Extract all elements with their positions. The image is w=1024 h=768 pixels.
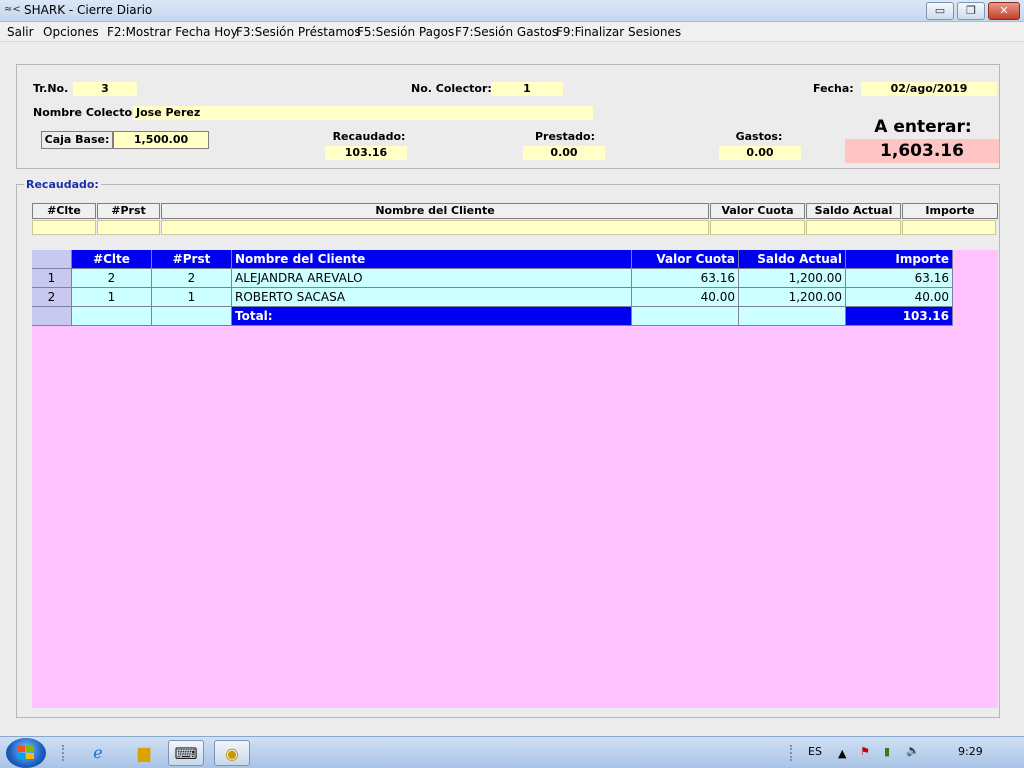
- entry-header-importe: Importe: [902, 203, 998, 219]
- menu-salir[interactable]: Salir: [7, 25, 34, 39]
- table-row-importe[interactable]: 63.16: [846, 269, 953, 288]
- entry-nombre-input[interactable]: [161, 220, 709, 235]
- maximize-button[interactable]: ❐: [957, 2, 985, 20]
- menu-finalizar-sesiones[interactable]: F9:Finalizar Sesiones: [556, 25, 681, 39]
- fecha-label: Fecha:: [813, 82, 854, 95]
- recaudado-group-title: Recaudado:: [24, 178, 101, 191]
- table-row-saldo[interactable]: 1,200.00: [739, 288, 846, 307]
- results-corner: [32, 250, 72, 269]
- maximize-icon: ❐: [966, 4, 976, 17]
- table-row-indicator[interactable]: 2: [32, 288, 72, 307]
- colector-label: No. Colector:: [411, 82, 492, 95]
- entry-prst-input[interactable]: [97, 220, 160, 235]
- total-row-blank: [72, 307, 152, 326]
- start-button[interactable]: [6, 738, 46, 768]
- close-button[interactable]: ✕: [988, 2, 1020, 20]
- trno-field[interactable]: 3: [73, 82, 137, 96]
- entry-grid-input-row: [32, 220, 998, 235]
- results-header-clte: #Clte: [72, 250, 152, 269]
- tray-grip: [790, 745, 794, 761]
- results-header-prst: #Prst: [152, 250, 232, 269]
- taskbar: ℯ ▆ ⌨ ◉ ES ▲ ⚑ ▮ 🔈 9:29: [0, 736, 1024, 768]
- total-row-blank: [739, 307, 846, 326]
- minimize-button[interactable]: ▭: [926, 2, 954, 20]
- norton-icon[interactable]: ◉: [214, 740, 250, 766]
- nombre-colector-field[interactable]: Jose Perez: [133, 106, 593, 120]
- entry-header-cuota: Valor Cuota: [710, 203, 805, 219]
- table-row-cuota[interactable]: 63.16: [632, 269, 739, 288]
- results-header-saldo: Saldo Actual: [739, 250, 846, 269]
- network-icon[interactable]: ▮: [884, 745, 890, 758]
- windows-logo-icon: [17, 746, 35, 760]
- table-row-cuota[interactable]: 40.00: [632, 288, 739, 307]
- total-row-blank: [632, 307, 739, 326]
- total-row-indicator: [32, 307, 72, 326]
- table-row-prst[interactable]: 1: [152, 288, 232, 307]
- menu-bar: Salir Opciones F2:Mostrar Fecha Hoy F3:S…: [0, 22, 1024, 42]
- colector-field[interactable]: 1: [491, 82, 563, 96]
- language-indicator[interactable]: ES: [808, 745, 822, 758]
- total-value: 103.16: [846, 307, 953, 326]
- table-row-indicator[interactable]: 1: [32, 269, 72, 288]
- gastos-label: Gastos:: [735, 130, 783, 143]
- show-hidden-icons-icon[interactable]: ▲: [838, 747, 846, 760]
- prestado-field: 0.00: [523, 146, 605, 160]
- table-row-saldo[interactable]: 1,200.00: [739, 269, 846, 288]
- results-header-importe: Importe: [846, 250, 953, 269]
- menu-sesion-pagos[interactable]: F5:Sesión Pagos: [357, 25, 454, 39]
- explorer-icon[interactable]: ▆: [126, 740, 162, 766]
- menu-sesion-gastos[interactable]: F7:Sesión Gastos: [455, 25, 558, 39]
- entry-header-saldo: Saldo Actual: [806, 203, 901, 219]
- entry-clte-input[interactable]: [32, 220, 96, 235]
- trno-label: Tr.No.: [33, 82, 69, 95]
- menu-sesion-prestamos[interactable]: F3:Sesión Préstamos: [236, 25, 361, 39]
- entry-header-clte: #Clte: [32, 203, 96, 219]
- ie-icon[interactable]: ℯ: [80, 740, 116, 766]
- menu-opciones[interactable]: Opciones: [43, 25, 99, 39]
- table-row-importe[interactable]: 40.00: [846, 288, 953, 307]
- minimize-icon: ▭: [934, 4, 946, 17]
- fecha-field[interactable]: 02/ago/2019: [861, 82, 997, 96]
- window-title: SHARK - Cierre Diario: [24, 3, 153, 17]
- entry-cuota-input[interactable]: [710, 220, 805, 235]
- a-enterar-value: 1,603.16: [845, 139, 999, 163]
- table-row-clte[interactable]: 2: [72, 269, 152, 288]
- entry-header-nombre: Nombre del Cliente: [161, 203, 709, 219]
- title-bar: ≈< SHARK - Cierre Diario ▭ ❐ ✕: [0, 0, 1024, 22]
- caja-base-label: Caja Base:: [41, 131, 113, 149]
- a-enterar-label: A enterar:: [874, 117, 972, 137]
- table-row-clte[interactable]: 1: [72, 288, 152, 307]
- action-center-icon[interactable]: ⚑: [860, 745, 870, 758]
- table-row-prst[interactable]: 2: [152, 269, 232, 288]
- taskbar-grip: [62, 745, 66, 761]
- prestado-label: Prestado:: [534, 130, 595, 143]
- volume-icon[interactable]: 🔈: [906, 744, 920, 757]
- recaudado-label: Recaudado:: [332, 130, 406, 143]
- gastos-field: 0.00: [719, 146, 801, 160]
- clock[interactable]: 9:29: [958, 745, 983, 758]
- nombre-colector-label: Nombre Colector:: [33, 106, 142, 119]
- recaudado-field: 103.16: [325, 146, 407, 160]
- shark-app-icon[interactable]: ≈<: [4, 4, 21, 18]
- total-label: Total:: [232, 307, 632, 326]
- entry-header-prst: #Prst: [97, 203, 160, 219]
- header-panel: Tr.No. 3 No. Colector: 1 Fecha: 02/ago/2…: [16, 64, 1000, 169]
- table-row-nombre[interactable]: ROBERTO SACASA: [232, 288, 632, 307]
- entry-saldo-input[interactable]: [806, 220, 901, 235]
- shark-app-icon[interactable]: ⌨: [168, 740, 204, 766]
- caja-base-field[interactable]: 1,500.00: [113, 131, 209, 149]
- entry-importe-input[interactable]: [902, 220, 996, 235]
- entry-grid-header: #Clte #Prst Nombre del Cliente Valor Cuo…: [32, 203, 998, 219]
- total-row-blank: [152, 307, 232, 326]
- menu-mostrar-fecha-hoy[interactable]: F2:Mostrar Fecha Hoy: [107, 25, 238, 39]
- table-row-nombre[interactable]: ALEJANDRA AREVALO: [232, 269, 632, 288]
- results-header-nombre: Nombre del Cliente: [232, 250, 632, 269]
- results-header-cuota: Valor Cuota: [632, 250, 739, 269]
- close-icon: ✕: [999, 4, 1009, 17]
